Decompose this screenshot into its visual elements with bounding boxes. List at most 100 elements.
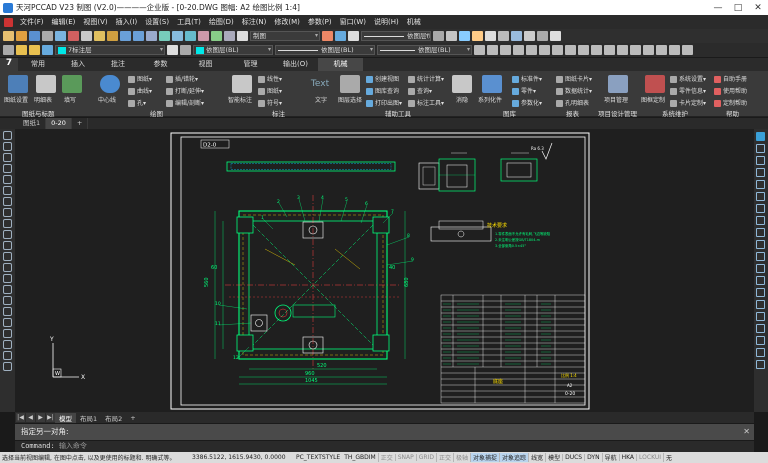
extend-tool-icon[interactable]	[756, 264, 765, 273]
dim-edit-icon[interactable]	[550, 31, 561, 41]
properties-panel-icon[interactable]	[756, 132, 765, 141]
ellipse-tool-icon[interactable]	[3, 241, 12, 250]
toggle-lockui[interactable]: LOCKUI	[636, 454, 663, 461]
last-layout-button[interactable]: ▶|	[46, 413, 55, 422]
centerline-icon[interactable]	[100, 75, 120, 93]
match-prop-tool-icon[interactable]	[756, 348, 765, 357]
mirror-tool-icon[interactable]	[756, 168, 765, 177]
draw-hole-menu[interactable]: 孔▾	[128, 98, 146, 107]
mirror-icon[interactable]	[630, 45, 641, 55]
series-part-icon[interactable]	[482, 75, 502, 93]
dim-aligned-icon[interactable]	[446, 31, 457, 41]
explode-tool-icon[interactable]	[756, 324, 765, 333]
lineweight-combo[interactable]: 依图层(BL)▾	[361, 31, 431, 41]
stats-menu[interactable]: 统计计算▾	[408, 74, 444, 83]
draw-order-tool-icon[interactable]	[756, 360, 765, 369]
color-combo[interactable]: 依图层(BL) ▾	[193, 45, 273, 55]
calculator-icon[interactable]	[237, 31, 248, 41]
rotate-icon[interactable]	[604, 45, 615, 55]
menu-view[interactable]: 视图(V)	[79, 17, 111, 27]
card-custom-menu[interactable]: 卡片定制▾	[670, 98, 706, 107]
table-tool-icon[interactable]	[3, 329, 12, 338]
dim-linear-icon[interactable]	[433, 31, 444, 41]
layout-tab-2[interactable]: 布局2	[101, 413, 126, 423]
leader-icon[interactable]	[537, 31, 548, 41]
scale-tool-icon[interactable]	[756, 228, 765, 237]
next-layout-button[interactable]: ▶	[36, 413, 45, 422]
part-menu[interactable]: 零件▾	[512, 86, 536, 95]
maximize-button[interactable]: □	[728, 3, 748, 13]
text-tool-icon[interactable]: Text	[310, 75, 330, 93]
sheet-setup-icon[interactable]	[8, 75, 28, 93]
text-tool2-icon[interactable]	[3, 351, 12, 360]
paste-icon[interactable]	[94, 31, 105, 41]
self-help-button[interactable]: 自助手册	[714, 74, 747, 83]
new-file-icon[interactable]	[3, 31, 14, 41]
bom-button[interactable]: 明细表	[34, 95, 52, 104]
construction-line-icon[interactable]	[3, 153, 12, 162]
close-command-icon[interactable]: ✕	[743, 424, 750, 440]
standard-part-menu[interactable]: 标准件▾	[512, 74, 542, 83]
new-doc-tab-button[interactable]: +	[72, 118, 89, 129]
project-mgmt-button[interactable]: 项目管理	[604, 95, 628, 104]
layer-state-icon[interactable]	[16, 45, 27, 55]
add-layout-button[interactable]: +	[126, 414, 139, 422]
offset-icon[interactable]	[643, 45, 654, 55]
layout-tab-model[interactable]: 模型	[55, 412, 76, 423]
properties-icon[interactable]	[198, 31, 209, 41]
fillet-icon[interactable]	[682, 45, 693, 55]
drawing-card-menu[interactable]: 图纸卡片▾	[556, 74, 592, 83]
line-icon[interactable]	[474, 45, 485, 55]
revcloud-tool-icon[interactable]	[3, 219, 12, 228]
toggle-dyn[interactable]: DYN	[584, 454, 601, 461]
polyline-icon[interactable]	[487, 45, 498, 55]
menu-file[interactable]: 文件(F)	[16, 17, 48, 27]
menu-insert[interactable]: 插入(I)	[112, 17, 142, 27]
dim-symbol-menu[interactable]: 符号▾	[258, 98, 282, 107]
erase-tool-icon[interactable]	[756, 144, 765, 153]
open-folder-icon[interactable]	[16, 31, 27, 41]
project-mgmt-icon[interactable]	[608, 75, 628, 93]
design-center-icon[interactable]	[211, 31, 222, 41]
layer-lock-icon[interactable]	[42, 45, 53, 55]
gradient-tool-icon[interactable]	[3, 307, 12, 316]
dim-angle-icon[interactable]	[485, 31, 496, 41]
move-icon[interactable]	[591, 45, 602, 55]
dim-tools-menu[interactable]: 标注工具▾	[408, 98, 444, 107]
redo-icon[interactable]	[133, 31, 144, 41]
fillet-tool-icon[interactable]	[756, 312, 765, 321]
dim-linear-menu[interactable]: 线性▾	[258, 74, 282, 83]
match-properties-icon[interactable]	[107, 31, 118, 41]
hole-table-button[interactable]: 孔明细表	[556, 98, 589, 107]
doc-tab-active[interactable]: 0-20	[46, 118, 72, 129]
circle-icon[interactable]	[500, 45, 511, 55]
make-block-icon[interactable]	[3, 274, 12, 283]
style-manager-icon[interactable]	[322, 31, 333, 41]
tab-parameters[interactable]: 参数	[138, 58, 183, 71]
arc-icon[interactable]	[513, 45, 524, 55]
tab-insert[interactable]: 插入	[58, 58, 98, 71]
toggle-ortho[interactable]: 正交	[377, 453, 395, 462]
menu-edit[interactable]: 编辑(E)	[48, 17, 80, 27]
toggle-ortho2[interactable]: 正交	[436, 453, 453, 462]
print-icon[interactable]	[42, 31, 53, 41]
break-tool-icon[interactable]	[756, 276, 765, 285]
toggle-ducs[interactable]: DUCS	[562, 454, 584, 461]
rectangle-tool-icon[interactable]	[3, 186, 12, 195]
insert-block-icon[interactable]	[3, 263, 12, 272]
ellipse-arc-tool-icon[interactable]	[3, 252, 12, 261]
menu-mechanical[interactable]: 机械	[403, 17, 425, 27]
doc-tab-sheet1[interactable]: 图纸1	[18, 118, 47, 129]
menu-settings[interactable]: 设置(S)	[141, 17, 173, 27]
rotate-tool-icon[interactable]	[756, 216, 765, 225]
draw-break-menu[interactable]: 打断/延伸▾	[166, 86, 204, 95]
system-settings-menu[interactable]: 系统设置▾	[670, 74, 706, 83]
tab-common[interactable]: 常用	[18, 58, 58, 71]
command-input[interactable]: 输入命令	[59, 442, 87, 450]
query-menu[interactable]: 查询▾	[408, 86, 432, 95]
dim-style-readout[interactable]: TH_GBDIM	[342, 454, 378, 461]
trim-tool-icon[interactable]	[756, 252, 765, 261]
fill-button[interactable]: 填写	[64, 95, 76, 104]
toggle-nav[interactable]: 导航	[601, 453, 619, 462]
point-tool-icon[interactable]	[3, 285, 12, 294]
